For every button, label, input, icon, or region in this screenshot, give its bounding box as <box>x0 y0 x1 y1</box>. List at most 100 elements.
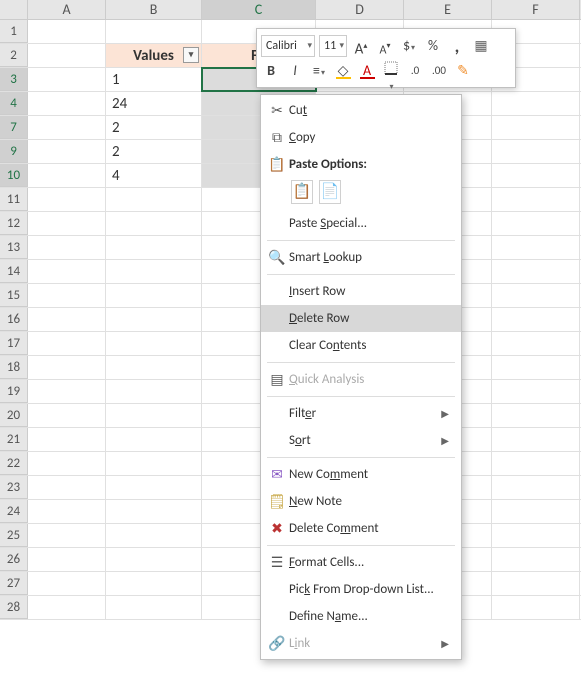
cell[interactable] <box>492 188 580 211</box>
cell[interactable] <box>492 500 580 523</box>
comma-format-icon[interactable]: , <box>447 36 467 56</box>
row-header[interactable]: 10 <box>0 164 28 187</box>
cell[interactable] <box>492 572 580 595</box>
col-header-D[interactable]: D <box>316 0 404 19</box>
row-header[interactable]: 23 <box>0 476 28 499</box>
row-header[interactable]: 21 <box>0 428 28 451</box>
cell[interactable] <box>28 404 106 427</box>
row-header[interactable]: 27 <box>0 572 28 595</box>
row-header[interactable]: 2 <box>0 44 28 67</box>
italic-icon[interactable]: I <box>285 61 305 81</box>
currency-format-icon[interactable]: $ <box>399 36 419 56</box>
row-header[interactable]: 16 <box>0 308 28 331</box>
cell[interactable] <box>28 476 106 499</box>
cell[interactable] <box>106 500 202 523</box>
cell[interactable] <box>106 284 202 307</box>
cell[interactable] <box>28 596 106 619</box>
row-header[interactable]: 12 <box>0 212 28 235</box>
cell[interactable] <box>106 596 202 619</box>
cell[interactable] <box>492 212 580 235</box>
cell[interactable] <box>492 332 580 355</box>
cell[interactable] <box>28 356 106 379</box>
cell[interactable] <box>492 236 580 259</box>
row-header[interactable]: 15 <box>0 284 28 307</box>
cell[interactable] <box>106 20 202 43</box>
font-name-combo[interactable]: Calibri <box>261 35 315 57</box>
row-header[interactable]: 18 <box>0 356 28 379</box>
ctx-pick-list[interactable]: Pick From Drop-down List... <box>261 576 461 603</box>
cell[interactable] <box>492 404 580 427</box>
ctx-cut[interactable]: ✂ Cut <box>261 97 461 124</box>
cell[interactable]: 4 <box>106 164 202 187</box>
cell[interactable] <box>106 188 202 211</box>
cell[interactable] <box>28 116 106 139</box>
cell[interactable] <box>492 308 580 331</box>
row-header[interactable]: 19 <box>0 380 28 403</box>
row-header[interactable]: 24 <box>0 500 28 523</box>
row-header[interactable]: 28 <box>0 596 28 619</box>
row-header[interactable]: 3 <box>0 68 28 91</box>
row-header[interactable]: 9 <box>0 140 28 163</box>
cell[interactable] <box>28 500 106 523</box>
decrease-decimal-icon[interactable]: .00 <box>429 61 449 81</box>
filter-dropdown-icon[interactable]: ▾ <box>183 47 199 63</box>
ctx-new-note[interactable]: 🗒 New Note <box>261 488 461 515</box>
cell[interactable] <box>28 260 106 283</box>
cell[interactable] <box>492 164 580 187</box>
row-header[interactable]: 13 <box>0 236 28 259</box>
cell[interactable] <box>492 452 580 475</box>
cell[interactable]: 24 <box>106 92 202 115</box>
increase-decimal-icon[interactable]: .0 <box>405 61 425 81</box>
format-painter-icon[interactable]: ✎ <box>453 61 473 81</box>
cell[interactable] <box>492 380 580 403</box>
cell[interactable]: 2 <box>106 140 202 163</box>
paste-icon-default[interactable]: 📋 <box>291 180 313 204</box>
row-header[interactable]: 7 <box>0 116 28 139</box>
ctx-delete-row[interactable]: Delete Row <box>261 305 461 332</box>
ctx-filter[interactable]: Filter ▶ <box>261 400 461 427</box>
ctx-paste-special[interactable]: Paste Special... <box>261 210 461 237</box>
col-header-E[interactable]: E <box>404 0 492 19</box>
conditional-format-icon[interactable]: ▦ <box>471 36 491 56</box>
cell[interactable] <box>28 68 106 91</box>
cell[interactable] <box>106 356 202 379</box>
cell[interactable] <box>106 524 202 547</box>
row-header[interactable]: 4 <box>0 92 28 115</box>
fill-color-icon[interactable]: ◇ <box>333 61 353 81</box>
cell[interactable] <box>28 380 106 403</box>
cell[interactable]: Values▾ <box>106 44 202 67</box>
cell[interactable] <box>492 476 580 499</box>
row-header[interactable]: 14 <box>0 260 28 283</box>
percent-format-icon[interactable]: % <box>423 36 443 56</box>
cell[interactable] <box>106 260 202 283</box>
cell[interactable] <box>28 524 106 547</box>
cell[interactable] <box>106 548 202 571</box>
cell[interactable] <box>106 572 202 595</box>
cell[interactable] <box>106 308 202 331</box>
cell[interactable] <box>28 452 106 475</box>
decrease-font-icon[interactable]: A▾ <box>375 36 395 56</box>
cell[interactable] <box>28 188 106 211</box>
cell[interactable] <box>28 548 106 571</box>
row-header[interactable]: 17 <box>0 332 28 355</box>
font-color-icon[interactable]: A <box>357 61 377 81</box>
ctx-copy[interactable]: ⧉ Copy <box>261 124 461 151</box>
ctx-insert-row[interactable]: Insert Row <box>261 278 461 305</box>
cell[interactable] <box>492 356 580 379</box>
cell[interactable] <box>492 260 580 283</box>
cell[interactable]: 1 <box>106 68 202 91</box>
row-header[interactable]: 11 <box>0 188 28 211</box>
cell[interactable] <box>28 332 106 355</box>
row-header[interactable]: 20 <box>0 404 28 427</box>
align-icon[interactable]: ≡ <box>309 61 329 81</box>
paste-icon-values[interactable]: 📄 <box>319 180 341 204</box>
ctx-clear-contents[interactable]: Clear Contents <box>261 332 461 359</box>
cell[interactable] <box>28 572 106 595</box>
font-size-combo[interactable]: 11 <box>319 35 347 57</box>
ctx-sort[interactable]: Sort ▶ <box>261 427 461 454</box>
cell[interactable] <box>28 140 106 163</box>
cell[interactable] <box>28 20 106 43</box>
cell[interactable]: 2 <box>106 116 202 139</box>
cell[interactable] <box>106 452 202 475</box>
cell[interactable] <box>106 428 202 451</box>
